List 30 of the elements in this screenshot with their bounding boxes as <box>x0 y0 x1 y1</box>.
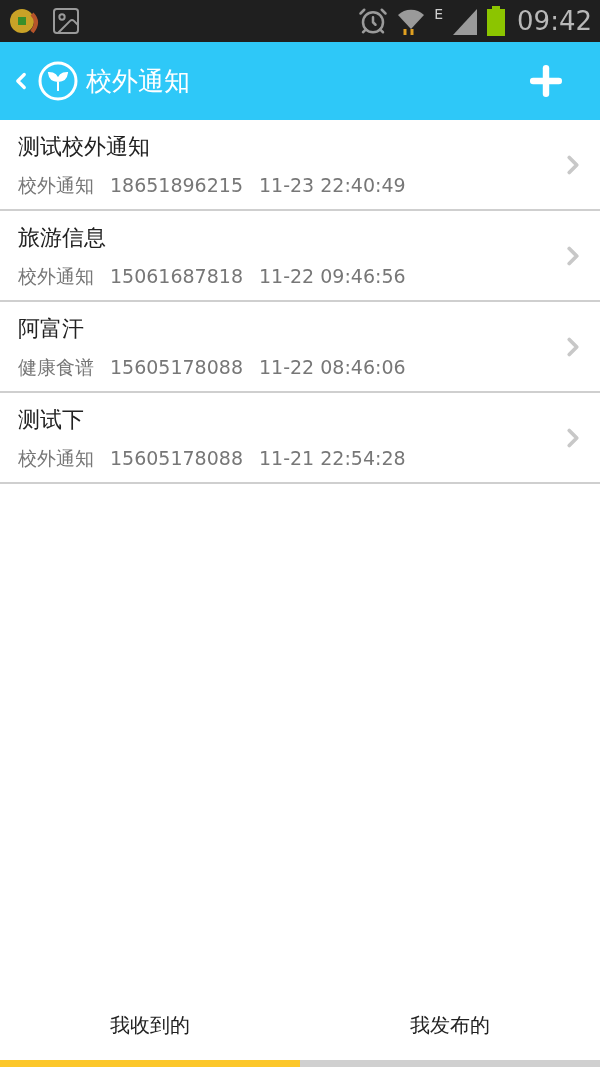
notice-title: 阿富汗 <box>18 314 85 343</box>
notice-title: 测试校外通知 <box>18 132 151 161</box>
notice-time: 11-22 09:46:56 <box>259 263 406 289</box>
notice-category: 校外通知 <box>18 263 94 289</box>
notice-item[interactable]: 测试下 校外通知 15605178088 11-21 22:54:28 <box>0 393 600 484</box>
notice-category: 校外通知 <box>18 172 94 198</box>
tab[interactable]: 我收到的 <box>0 990 300 1067</box>
notice-phone: 15605178088 <box>110 445 243 471</box>
notice-phone: 18651896215 <box>110 172 243 198</box>
notice-phone: 15605178088 <box>110 354 243 380</box>
tab[interactable]: 我发布的 <box>300 990 600 1067</box>
signal-icon <box>451 7 480 35</box>
battery-icon <box>487 6 506 36</box>
notice-item[interactable]: 测试校外通知 校外通知 18651896215 11-23 22:40:49 <box>0 120 600 211</box>
notice-title: 旅游信息 <box>18 223 107 252</box>
image-icon <box>50 5 82 37</box>
notice-category: 校外通知 <box>18 445 94 471</box>
alarm-icon <box>358 6 389 36</box>
notice-time: 11-23 22:40:49 <box>259 172 406 198</box>
notice-title: 测试下 <box>18 405 85 434</box>
notice-category: 健康食谱 <box>18 354 94 380</box>
sprout-icon <box>38 61 78 101</box>
notice-time: 11-21 22:54:28 <box>259 445 406 471</box>
notice-time: 11-22 08:46:06 <box>259 354 406 380</box>
notice-item[interactable]: 阿富汗 健康食谱 15605178088 11-22 08:46:06 <box>0 302 600 393</box>
page-title: 校外通知 <box>86 64 190 98</box>
notice-item[interactable]: 旅游信息 校外通知 15061687818 11-22 09:46:56 <box>0 211 600 302</box>
clock: 09:42 <box>517 4 592 38</box>
notice-phone: 15061687818 <box>110 263 243 289</box>
network-type: E <box>434 5 444 24</box>
